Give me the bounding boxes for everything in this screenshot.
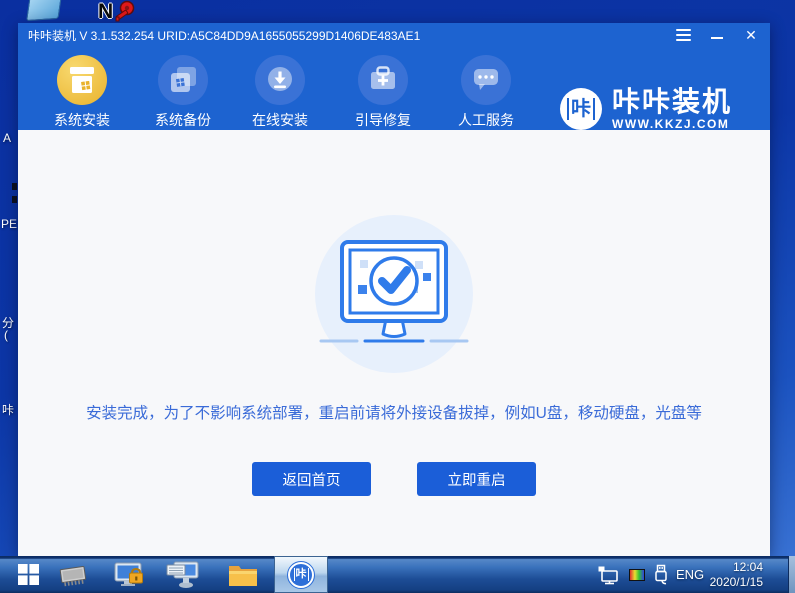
kaka-app-icon: 咔 <box>287 560 315 589</box>
taskbar-item-cpuz[interactable] <box>52 556 94 593</box>
tray-network-icon[interactable] <box>594 556 622 593</box>
title-bar: 咔咔装机 V 3.1.532.254 URID:A5C84DD9A1655055… <box>18 23 770 47</box>
taskbar-item-osk[interactable] <box>160 556 206 593</box>
windows-logo-icon <box>17 564 39 585</box>
close-icon[interactable]: ✕ <box>742 26 760 44</box>
kaka-badge-icon: 咔 <box>560 88 602 131</box>
nav-item-online-install[interactable]: 在线安装 <box>238 55 322 130</box>
taskbar: 咔 ENG 12:04 2020/1/15 <box>0 556 795 593</box>
monitor-keyboard-icon <box>166 561 199 588</box>
restart-button[interactable]: 立即重启 <box>417 462 536 496</box>
nav-label: 人工服务 <box>458 112 514 128</box>
home-button[interactable]: 返回首页 <box>252 462 371 496</box>
success-monitor-illustration <box>315 215 473 373</box>
desktop-label-fragment: A <box>3 131 12 145</box>
brand-name: 咔咔装机 <box>612 86 733 117</box>
tray-date: 2020/1/15 <box>709 574 763 589</box>
menu-icon[interactable] <box>674 26 692 44</box>
desktop-label-fragment: ( <box>4 328 8 342</box>
tray-language-indicator[interactable]: ENG <box>676 556 704 593</box>
minimize-icon[interactable] <box>708 26 726 44</box>
chat-service-icon <box>461 55 511 105</box>
tray-time: 12:04 <box>732 559 763 574</box>
nav-bar: 系统安装 系统备份 在线安装 引导修复 人工服务 咔 咔咔装机 WWW.KKZJ… <box>18 47 770 131</box>
monitor-lock-icon <box>114 562 143 586</box>
desktop: N A PE 分 ( 咔 咔咔装机 V 3.1.532.254 URID:A5C… <box>0 0 795 593</box>
nav-item-human-service[interactable]: 人工服务 <box>444 55 528 130</box>
desktop-icon-display[interactable] <box>26 0 62 22</box>
show-desktop-button[interactable] <box>788 556 795 593</box>
download-icon <box>255 55 305 105</box>
desktop-label-fragment: PE <box>1 217 18 231</box>
content-area: 安装完成，为了不影响系统部署，重启前请将外接设备拔掉，例如U盘，移动硬盘，光盘等… <box>18 130 770 556</box>
install-box-icon <box>57 55 107 105</box>
brand-logo: 咔 咔咔装机 WWW.KKZJ.COM <box>560 87 732 131</box>
desktop-icon-fragment <box>12 196 17 203</box>
start-button[interactable] <box>8 556 48 593</box>
nav-label: 系统安装 <box>54 112 110 128</box>
nav-item-system-backup[interactable]: 系统备份 <box>141 55 225 130</box>
tray-clock[interactable]: 12:04 2020/1/15 <box>710 556 763 593</box>
nav-item-system-install[interactable]: 系统安装 <box>40 55 124 130</box>
kaka-installer-window: 咔咔装机 V 3.1.532.254 URID:A5C84DD9A1655055… <box>18 23 770 556</box>
taskbar-item-lock-tool[interactable] <box>106 556 152 593</box>
nav-item-boot-repair[interactable]: 引导修复 <box>341 55 425 130</box>
memory-chip-icon <box>59 565 87 586</box>
nav-label: 引导修复 <box>355 112 411 128</box>
taskbar-item-explorer[interactable] <box>220 556 266 593</box>
folder-icon <box>229 565 257 586</box>
tray-display-icon[interactable] <box>624 556 650 593</box>
repair-toolbox-icon <box>358 55 408 105</box>
nav-label: 系统备份 <box>155 112 211 128</box>
completion-message: 安装完成，为了不影响系统部署，重启前请将外接设备拔掉，例如U盘，移动硬盘，光盘等 <box>86 405 702 422</box>
desktop-label-fragment: 咔 <box>2 403 15 417</box>
window-title: 咔咔装机 V 3.1.532.254 URID:A5C84DD9A1655055… <box>28 28 421 43</box>
backup-copies-icon <box>158 55 208 105</box>
nav-label: 在线安装 <box>252 112 308 128</box>
taskbar-item-kaka-active[interactable]: 咔 <box>274 556 328 593</box>
tray-usb-icon[interactable] <box>650 556 672 593</box>
desktop-icon-fragment <box>12 183 17 190</box>
